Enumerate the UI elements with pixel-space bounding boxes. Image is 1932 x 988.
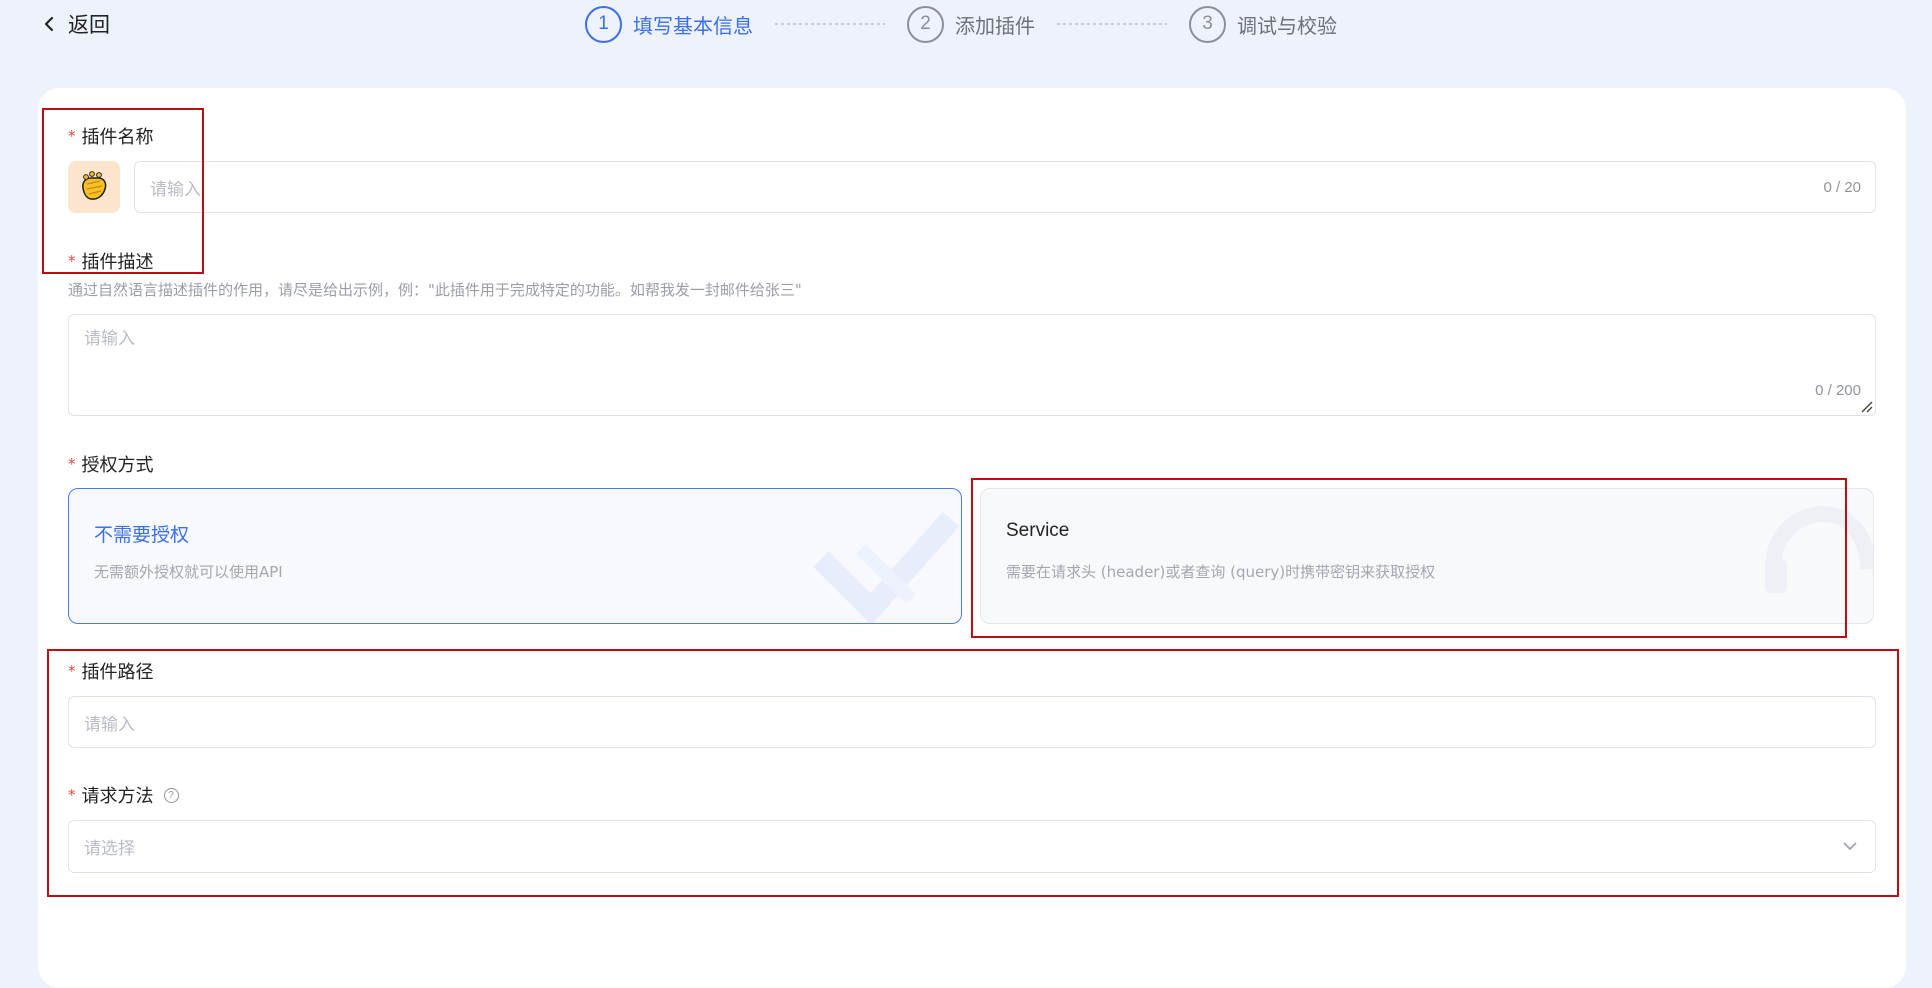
back-label: 返回	[68, 13, 110, 37]
plugin-path-placeholder: 请输入	[84, 714, 135, 735]
request-method-placeholder: 请选择	[84, 839, 135, 859]
step-3-label: 调试与校验	[1237, 13, 1337, 38]
auth-option-none-title: 不需要授权	[94, 524, 190, 546]
back-button[interactable]: 返回	[40, 10, 110, 38]
step-1[interactable]: 1 填写基本信息	[585, 5, 753, 43]
plugin-name-label: * 插件名称	[68, 127, 154, 148]
plugin-description-label: * 插件描述	[68, 252, 154, 273]
step-2[interactable]: 2 添加插件	[907, 5, 1035, 43]
plugin-name-counter: 0 / 20	[1823, 178, 1861, 196]
chevron-left-icon	[44, 16, 54, 32]
plugin-name-placeholder: 请输入	[150, 179, 201, 200]
auth-method-label: * 授权方式	[68, 455, 154, 476]
watermark-icon	[1765, 505, 1873, 593]
step-1-label: 填写基本信息	[633, 13, 753, 38]
step-separator	[775, 23, 885, 25]
auth-option-service[interactable]: Service 需要在请求头 (header)或者查询 (query)时携带密钥…	[980, 488, 1874, 624]
step-3-number: 3	[1189, 5, 1226, 43]
plugin-avatar-button[interactable]	[68, 161, 120, 213]
step-2-number: 2	[907, 5, 944, 43]
resize-handle-icon[interactable]	[1859, 399, 1873, 413]
plugin-description-placeholder: 请输入	[84, 329, 135, 349]
request-method-select[interactable]: 请选择	[68, 820, 1876, 873]
request-method-label: * 请求方法 ?	[68, 782, 179, 808]
question-circle-icon[interactable]: ?	[163, 787, 179, 803]
step-2-label: 添加插件	[955, 13, 1035, 38]
plugin-name-input[interactable]: 请输入 0 / 20	[134, 161, 1876, 213]
auth-option-service-desc: 需要在请求头 (header)或者查询 (query)时携带密钥来获取授权	[1006, 563, 1436, 581]
chevron-down-icon	[1843, 842, 1857, 851]
plugin-description-hint: 通过自然语言描述插件的作用，请尽是给出示例，例："此插件用于完成特定的功能。如帮…	[68, 281, 802, 299]
step-indicator: 1 填写基本信息 2 添加插件 3 调试与校验	[585, 5, 1337, 43]
watermark-icon	[813, 511, 960, 623]
step-3[interactable]: 3 调试与校验	[1189, 5, 1337, 43]
form-card: * 插件名称 请输入 0 / 20 * 插件描述 通过自然语言描述插件的作用，请…	[38, 88, 1906, 988]
clapping-hands-icon	[82, 171, 107, 200]
auth-option-service-title: Service	[1006, 520, 1070, 541]
step-1-number: 1	[585, 5, 622, 43]
top-bar: 返回 1 填写基本信息 2 添加插件 3 调试与校验	[0, 0, 1932, 48]
step-separator	[1057, 23, 1167, 25]
plugin-path-input[interactable]: 请输入	[68, 696, 1876, 748]
auth-option-none-desc: 无需额外授权就可以使用API	[94, 563, 283, 581]
plugin-description-counter: 0 / 200	[1815, 382, 1861, 399]
plugin-path-label: * 插件路径	[68, 662, 154, 683]
plugin-description-textarea[interactable]: 请输入 0 / 200	[68, 314, 1876, 416]
auth-option-none[interactable]: 不需要授权 无需额外授权就可以使用API	[68, 488, 962, 624]
